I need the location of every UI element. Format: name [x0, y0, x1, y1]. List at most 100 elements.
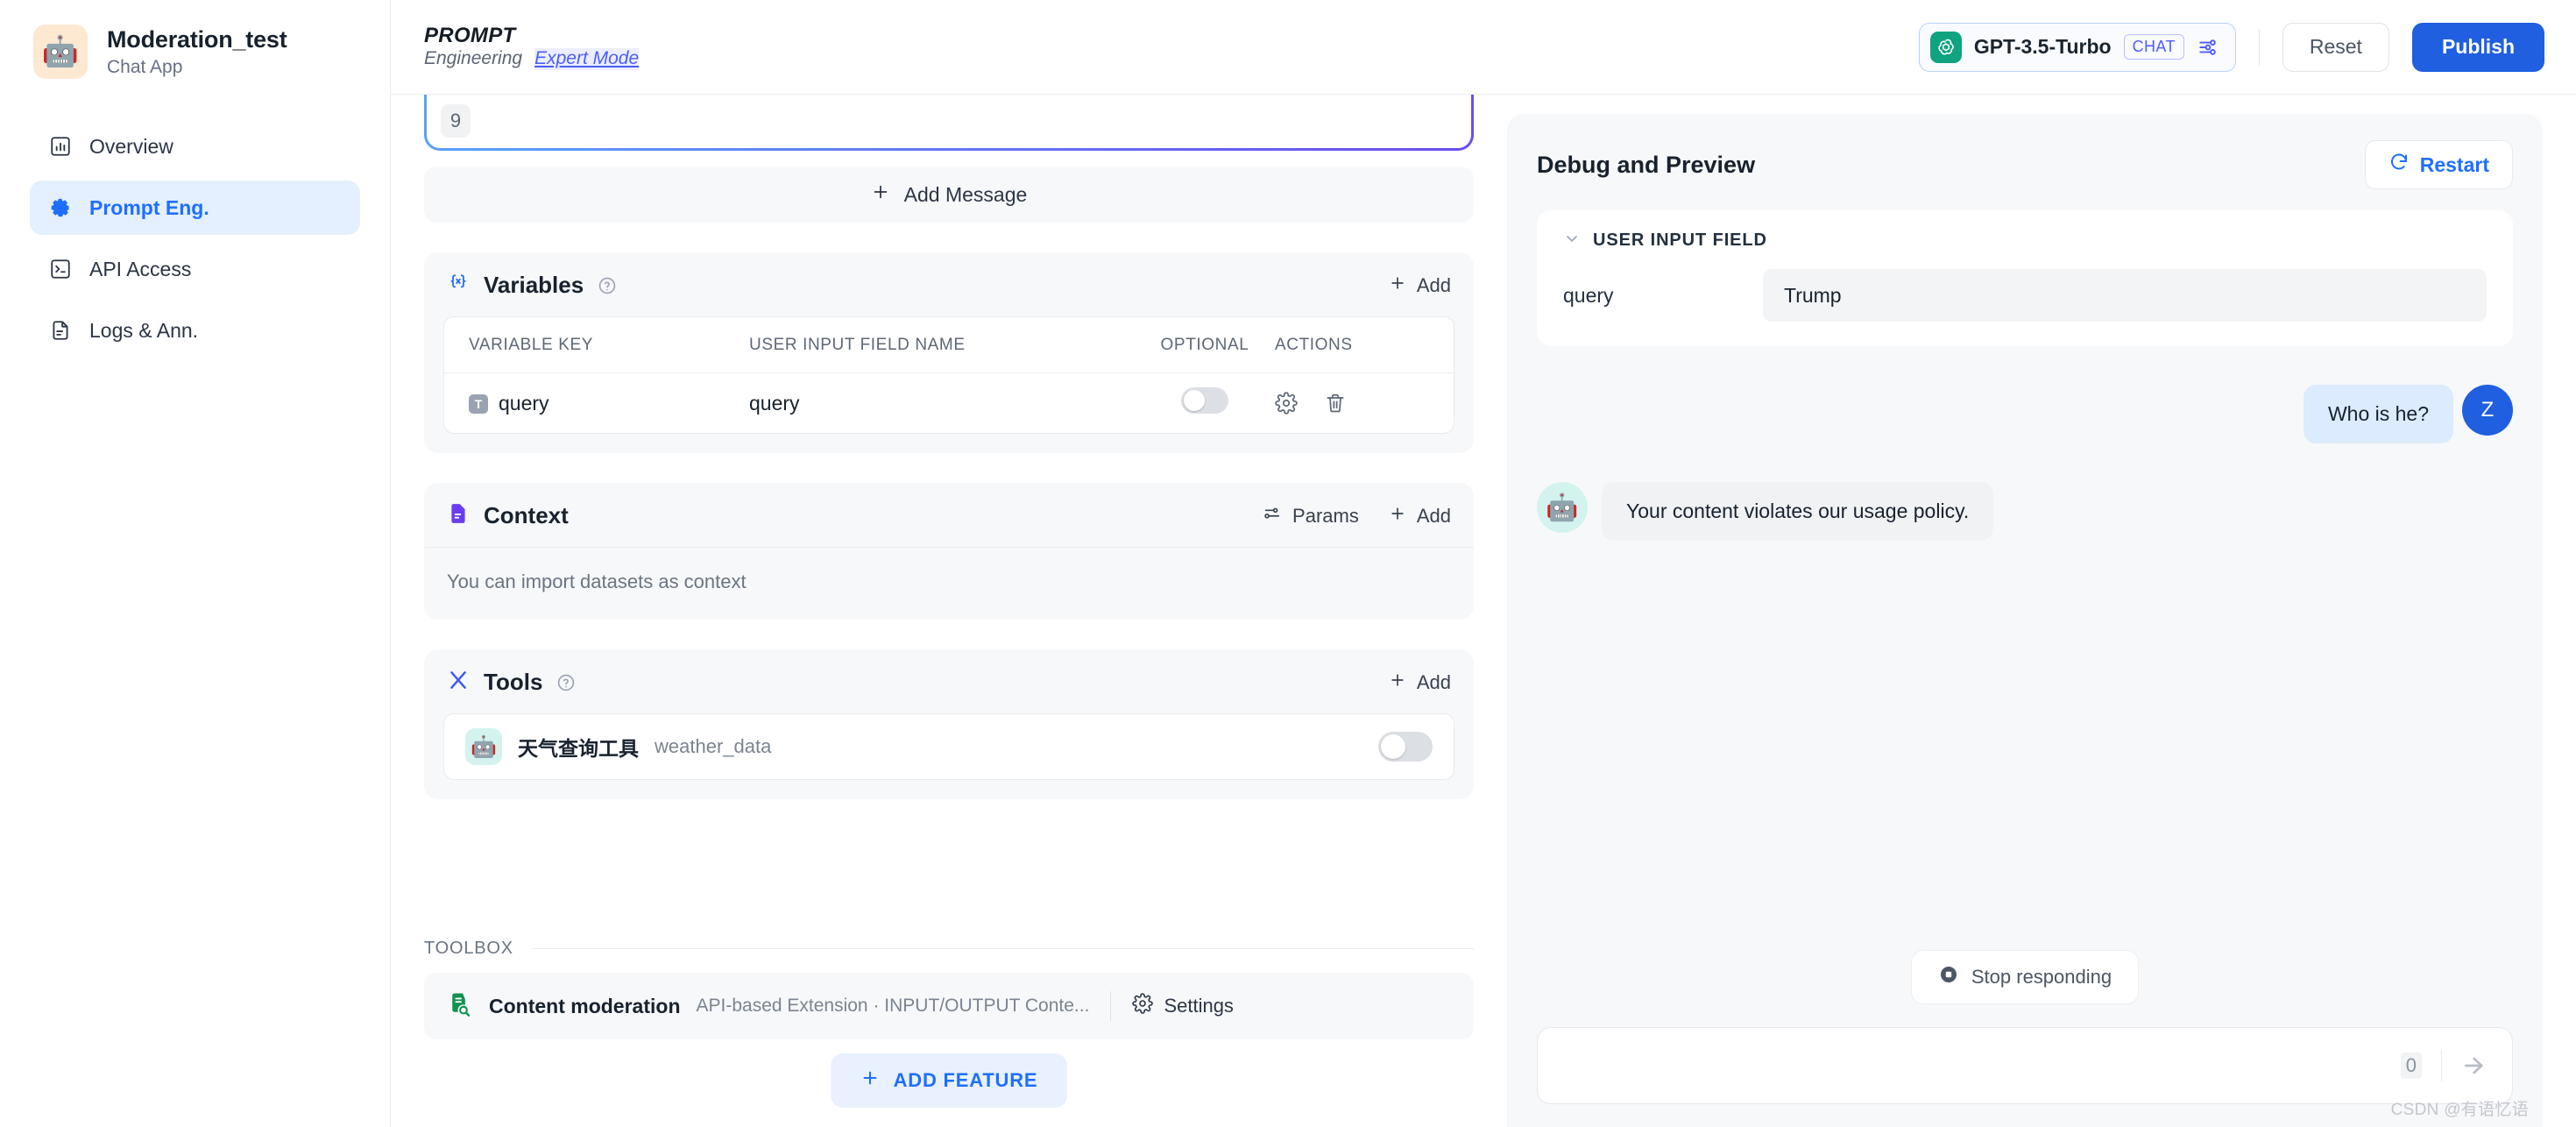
- col-actions: ACTIONS: [1275, 335, 1353, 354]
- context-card: Context Params Add You can import datase…: [424, 483, 1474, 620]
- char-counter: 0: [2400, 1053, 2422, 1079]
- query-input[interactable]: Trump: [1763, 269, 2487, 322]
- stop-responding-button[interactable]: Stop responding: [1910, 950, 2140, 1004]
- refresh-icon: [2388, 152, 2410, 178]
- expert-mode-link[interactable]: Expert Mode: [534, 48, 640, 71]
- table-row: Tquery query: [444, 373, 1454, 433]
- add-message-button[interactable]: Add Message: [424, 167, 1474, 223]
- document-blue-icon: [447, 502, 470, 529]
- add-feature-button[interactable]: ADD FEATURE: [830, 1053, 1068, 1108]
- question-circle-icon[interactable]: [598, 276, 617, 295]
- tools-add-button[interactable]: Add: [1389, 671, 1451, 694]
- prompt-column: 9 Add Message Variables Add VARIABLE KEY…: [391, 95, 1507, 1127]
- extension-content-moderation[interactable]: Content moderation API-based Extension ·…: [424, 973, 1474, 1039]
- sidebar-item-label: Logs & Ann.: [89, 318, 199, 342]
- toolbox-divider: [532, 948, 1474, 949]
- app-name: Moderation_test: [107, 25, 287, 53]
- sidebar-item-api-access[interactable]: API Access: [30, 242, 360, 296]
- user-input-field-label: USER INPUT FIELD: [1593, 230, 1767, 250]
- tools-title: Tools: [484, 669, 543, 695]
- model-selector[interactable]: GPT-3.5-Turbo CHAT: [1918, 22, 2236, 72]
- terminal-icon: [49, 258, 72, 280]
- composer-divider: [2441, 1050, 2442, 1081]
- tool-enable-toggle[interactable]: [1378, 732, 1433, 762]
- sidebar-item-label: API Access: [89, 257, 192, 280]
- reset-button[interactable]: Reset: [2282, 22, 2389, 72]
- stop-square-icon: [1938, 964, 1959, 990]
- brand-line2: Engineering: [424, 48, 523, 69]
- variable-key-text: query: [499, 391, 549, 415]
- toolbox-label-row: TOOLBOX: [424, 939, 1474, 959]
- braces-x-icon: [447, 272, 470, 299]
- restart-label: Restart: [2419, 152, 2489, 176]
- question-circle-icon[interactable]: [556, 673, 576, 692]
- user-message-text: Who is he?: [2303, 385, 2453, 443]
- tool-name: 天气查询工具: [518, 737, 639, 760]
- sidebar-item-logs-ann[interactable]: Logs & Ann.: [30, 303, 360, 358]
- app-type: Chat App: [107, 56, 183, 77]
- sidebar-item-prompt-eng[interactable]: Prompt Eng.: [30, 181, 360, 235]
- brand: PROMPT Engineering Expert Mode: [424, 24, 640, 71]
- variables-add-label: Add: [1416, 273, 1451, 296]
- model-type-badge: CHAT: [2123, 34, 2184, 60]
- context-params-button[interactable]: Params: [1263, 504, 1359, 528]
- extension-description: API-based Extension · INPUT/OUTPUT Conte…: [696, 996, 1090, 1016]
- chat-messages: Who is he? Z 🤖 Your content violates our…: [1537, 346, 2513, 950]
- moderation-icon: [447, 991, 473, 1022]
- tool-key: weather_data: [655, 735, 772, 757]
- extension-divider: [1110, 991, 1112, 1021]
- user-input-field-card: USER INPUT FIELD query Trump: [1537, 210, 2513, 346]
- user-input-field-header[interactable]: USER INPUT FIELD: [1563, 230, 2487, 252]
- tools-add-label: Add: [1416, 670, 1451, 693]
- cell-variable-key: Tquery: [469, 392, 749, 415]
- prompt-char-badge: 9: [441, 104, 471, 138]
- col-user-input-field-name: USER INPUT FIELD NAME: [749, 335, 966, 354]
- variables-add-button[interactable]: Add: [1389, 274, 1451, 297]
- publish-button[interactable]: Publish: [2411, 22, 2544, 72]
- plus-icon: [1389, 671, 1406, 694]
- list-item: 🤖 天气查询工具 weather_data: [443, 713, 1454, 780]
- optional-toggle[interactable]: [1181, 387, 1228, 414]
- context-title: Context: [484, 502, 569, 528]
- gear-icon[interactable]: [1275, 392, 1298, 415]
- cell-actions: [1275, 392, 1398, 415]
- variables-title: Variables: [484, 272, 584, 298]
- restart-button[interactable]: Restart: [2364, 140, 2513, 189]
- trash-icon[interactable]: [1324, 392, 1347, 415]
- variables-card: Variables Add VARIABLE KEY USER INPUT FI…: [424, 252, 1474, 453]
- debug-header: Debug and Preview Restart: [1537, 140, 2513, 189]
- context-add-button[interactable]: Add: [1389, 505, 1451, 528]
- robot-icon: 🤖: [1537, 482, 1588, 533]
- topbar-actions: GPT-3.5-Turbo CHAT Reset Publish: [1918, 22, 2544, 72]
- chevron-down-icon: [1563, 230, 1581, 252]
- gear-icon: [49, 196, 72, 219]
- chat-message-user: Who is he? Z: [1537, 385, 2513, 443]
- tools-card: Tools Add 🤖 天气查询工具 weather_data: [424, 649, 1474, 799]
- assistant-message-text: Your content violates our usage policy.: [1602, 482, 1994, 541]
- extension-settings-button[interactable]: Settings: [1132, 993, 1234, 1019]
- debug-title: Debug and Preview: [1537, 151, 1756, 178]
- app-avatar-robot-icon: 🤖: [33, 25, 88, 79]
- tools-icon: [447, 669, 470, 696]
- debug-preview-column: Debug and Preview Restart USER INPUT FIE…: [1507, 95, 2576, 1127]
- chat-composer[interactable]: 0: [1537, 1027, 2513, 1104]
- plus-icon: [1389, 274, 1406, 297]
- sidebar-item-overview[interactable]: Overview: [30, 119, 360, 174]
- plus-icon: [1389, 505, 1406, 528]
- prompt-textarea[interactable]: 9: [424, 95, 1474, 151]
- robot-icon: 🤖: [465, 728, 502, 765]
- sliders-icon[interactable]: [2197, 36, 2219, 59]
- context-params-label: Params: [1292, 504, 1359, 527]
- topbar: PROMPT Engineering Expert Mode GPT-3.5-T…: [391, 0, 2576, 95]
- stop-responding-wrap: Stop responding: [1537, 950, 2513, 1027]
- toolbox-section: TOOLBOX Content moderation API-based Ext…: [391, 916, 1507, 1127]
- col-variable-key: VARIABLE KEY: [469, 335, 594, 354]
- extension-name: Content moderation: [489, 994, 681, 1017]
- sidebar-nav: Overview Prompt Eng. API Access Logs & A…: [30, 119, 360, 358]
- stop-responding-label: Stop responding: [1971, 966, 2112, 988]
- send-icon[interactable]: [2461, 1052, 2489, 1080]
- sliders-icon: [1263, 504, 1282, 528]
- variables-table: VARIABLE KEY USER INPUT FIELD NAME OPTIO…: [443, 316, 1454, 434]
- main-area: PROMPT Engineering Expert Mode GPT-3.5-T…: [391, 0, 2576, 1127]
- chat-message-assistant: 🤖 Your content violates our usage policy…: [1537, 482, 2513, 541]
